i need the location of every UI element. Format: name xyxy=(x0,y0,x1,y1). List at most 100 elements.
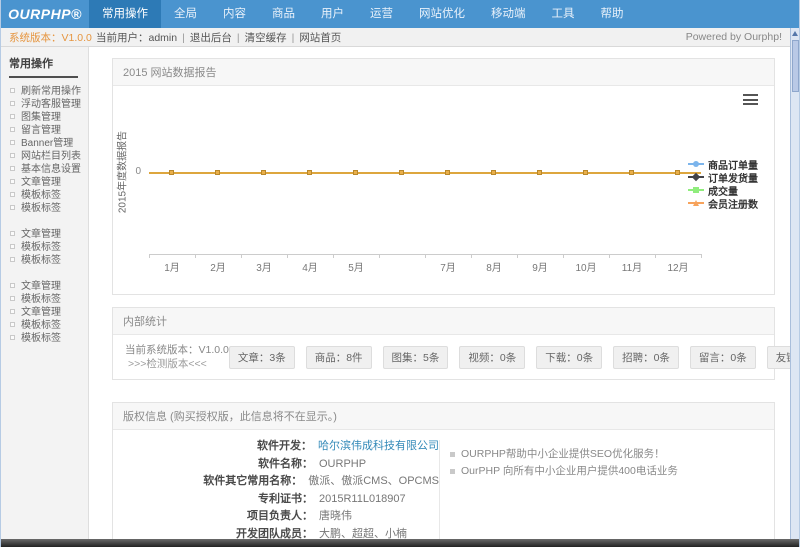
data-point-marker xyxy=(307,170,312,175)
user-bar-link[interactable]: 清空缓存 xyxy=(245,32,287,44)
stat-badge[interactable]: 图集：5条 xyxy=(383,346,449,369)
top-nav-item[interactable]: 移动端 xyxy=(478,0,539,28)
bullet-icon xyxy=(10,166,15,171)
brand-logo: OURPHP® xyxy=(1,0,89,28)
hamburger-icon[interactable] xyxy=(743,94,758,105)
sidebar-item[interactable]: 网站栏目列表 xyxy=(1,150,88,163)
sidebar-item[interactable]: 图集管理 xyxy=(1,111,88,124)
x-axis-label: 9月 xyxy=(520,259,560,274)
system-version-label: 系统版本：V1.0.0 xyxy=(1,30,89,45)
top-nav-item[interactable]: 帮助 xyxy=(588,0,637,28)
stats-title: 内部统计 xyxy=(123,316,167,328)
sidebar-item[interactable]: Banner管理 xyxy=(1,137,88,150)
sidebar: 常用操作 刷新常用操作浮动客服管理图集管理留言管理Banner管理网站栏目列表基… xyxy=(1,47,89,539)
sidebar-item[interactable]: 刷新常用操作 xyxy=(1,85,88,98)
sidebar-item[interactable]: 模板标签 xyxy=(1,332,88,345)
content-area: 常用操作 刷新常用操作浮动客服管理图集管理留言管理Banner管理网站栏目列表基… xyxy=(1,47,790,539)
stat-badge[interactable]: 下载：0条 xyxy=(536,346,602,369)
user-bar: 系统版本：V1.0.0 当前用户：admin|退出后台|清空缓存|网站首页 Po… xyxy=(1,28,790,47)
x-axis-label: 3月 xyxy=(244,259,284,274)
check-version-link[interactable]: >>>检测版本<<< xyxy=(125,357,229,371)
sidebar-item[interactable]: 文章管理 xyxy=(1,280,88,293)
copyright-title: 版权信息 (购买授权版，此信息将不在显示。) xyxy=(123,411,337,423)
powered-by-label: Powered by Ourphp! xyxy=(686,31,790,43)
sidebar-item[interactable]: 模板标签 xyxy=(1,293,88,306)
note-bullet-icon xyxy=(450,452,455,457)
sidebar-item[interactable]: 文章管理 xyxy=(1,176,88,189)
sidebar-item[interactable]: 文章管理 xyxy=(1,228,88,241)
legend-item[interactable]: 成交量 xyxy=(688,184,758,196)
bullet-icon xyxy=(10,231,15,236)
info-value: 傲派、傲派CMS、OPCMS xyxy=(302,474,439,490)
sidebar-item-label: 模板标签 xyxy=(21,320,61,331)
top-nav-item[interactable]: 全局 xyxy=(161,0,210,28)
top-nav-item[interactable]: 商品 xyxy=(259,0,308,28)
scrollbar-thumb[interactable] xyxy=(792,40,799,92)
x-axis-tick xyxy=(287,254,288,258)
top-bar: OURPHP® 常用操作全局内容商品用户运营网站优化移动端工具帮助 xyxy=(1,0,799,28)
chart-legend: 商品订单量订单发货量成交量会员注册数 xyxy=(688,158,758,210)
sidebar-item[interactable]: 模板标签 xyxy=(1,254,88,267)
data-point-marker xyxy=(353,170,358,175)
x-axis-tick xyxy=(241,254,242,258)
bullet-icon xyxy=(10,153,15,158)
sidebar-item[interactable]: 文章管理 xyxy=(1,306,88,319)
scroll-up-arrow-icon[interactable] xyxy=(792,31,798,36)
legend-item[interactable]: 会员注册数 xyxy=(688,197,758,209)
x-axis-label: 1月 xyxy=(152,259,192,274)
sidebar-item-label: 基本信息设置 xyxy=(21,164,81,175)
sidebar-title: 常用操作 xyxy=(9,55,78,78)
stat-badge[interactable]: 视频：0条 xyxy=(459,346,525,369)
stat-badge[interactable]: 商品：8件 xyxy=(306,346,372,369)
legend-item[interactable]: 商品订单量 xyxy=(688,158,758,170)
top-nav-item[interactable]: 常用操作 xyxy=(89,0,161,28)
x-axis-label: 11月 xyxy=(612,259,652,274)
user-bar-link[interactable]: 退出后台 xyxy=(190,32,232,44)
stat-badge[interactable]: 留言：0条 xyxy=(690,346,756,369)
data-point-marker xyxy=(215,170,220,175)
info-value-link[interactable]: 哈尔滨伟成科技有限公司 xyxy=(312,439,439,455)
info-label: 软件其它常用名称： xyxy=(113,474,302,490)
legend-shape xyxy=(693,161,699,167)
sidebar-item-label: 刷新常用操作 xyxy=(21,86,81,97)
top-nav-item[interactable]: 工具 xyxy=(539,0,588,28)
sidebar-item[interactable]: 模板标签 xyxy=(1,319,88,332)
sidebar-item[interactable]: 模板标签 xyxy=(1,189,88,202)
x-axis-tick xyxy=(609,254,610,258)
info-row: 软件其它常用名称：傲派、傲派CMS、OPCMS xyxy=(113,473,439,491)
stat-badge[interactable]: 招聘：0条 xyxy=(613,346,679,369)
data-point-marker xyxy=(261,170,266,175)
top-nav-item[interactable]: 网站优化 xyxy=(406,0,478,28)
sidebar-item[interactable]: 模板标签 xyxy=(1,241,88,254)
sidebar-item[interactable]: 留言管理 xyxy=(1,124,88,137)
sidebar-item[interactable]: 浮动客服管理 xyxy=(1,98,88,111)
info-label: 软件开发： xyxy=(113,439,312,455)
info-row: 项目负责人：唐晓伟 xyxy=(113,508,439,526)
top-nav-item[interactable]: 用户 xyxy=(308,0,357,28)
sidebar-item-label: 模板标签 xyxy=(21,333,61,344)
user-links: |退出后台|清空缓存|网站首页 xyxy=(177,32,341,44)
user-bar-link[interactable]: 网站首页 xyxy=(299,32,341,44)
scrollbar[interactable] xyxy=(790,28,799,539)
stat-badge[interactable]: 文章：3条 xyxy=(229,346,295,369)
bullet-icon xyxy=(10,283,15,288)
legend-item[interactable]: 订单发货量 xyxy=(688,171,758,183)
y-axis-tick-label: 0 xyxy=(127,166,141,177)
x-axis-tick xyxy=(517,254,518,258)
sidebar-item[interactable]: 基本信息设置 xyxy=(1,163,88,176)
top-nav-item[interactable]: 运营 xyxy=(357,0,406,28)
legend-marker-icon xyxy=(688,199,704,207)
x-axis-tick xyxy=(149,254,150,258)
x-axis-tick xyxy=(701,254,702,258)
stat-badge[interactable]: 友链：1条 xyxy=(767,346,790,369)
bullet-icon xyxy=(10,257,15,262)
separator: | xyxy=(237,32,240,44)
x-axis-tick xyxy=(379,254,380,258)
info-row: 软件名称：OURPHP xyxy=(113,456,439,474)
top-nav-item[interactable]: 内容 xyxy=(210,0,259,28)
info-label: 专利证书： xyxy=(113,492,313,508)
stats-panel: 内部统计 当前系统版本：V1.0.0 >>>检测版本<<< 文章：3条商品：8件… xyxy=(112,307,775,380)
sidebar-item[interactable]: 模板标签 xyxy=(1,202,88,215)
data-point-marker xyxy=(169,170,174,175)
sidebar-item-label: 文章管理 xyxy=(21,281,61,292)
